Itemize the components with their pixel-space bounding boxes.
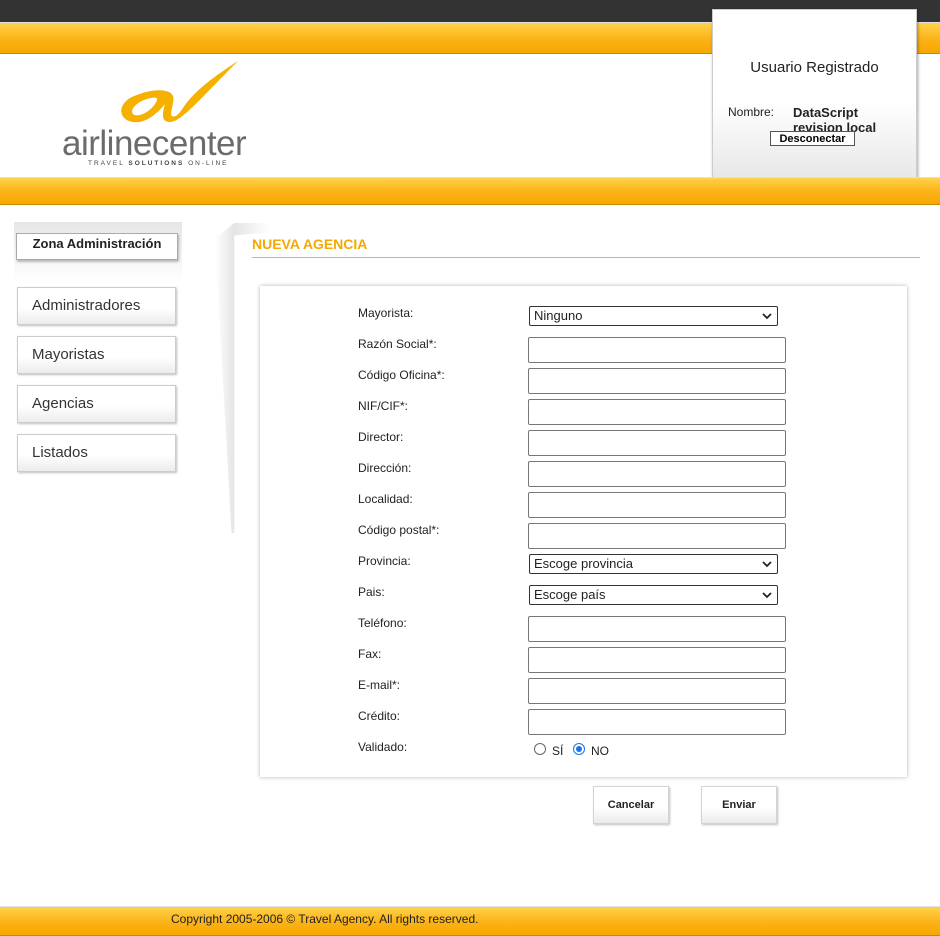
telefono-input[interactable]: [528, 616, 786, 642]
provincia-select[interactable]: Escoge provincia: [529, 554, 778, 574]
sidebar-item-agencias[interactable]: Agencias: [17, 385, 176, 423]
razon-social-input[interactable]: [528, 337, 786, 363]
pais-select[interactable]: Escoge país: [529, 585, 778, 605]
brand-logo: airlinecenter TRAVEL SOLUTIONS ON-LINE: [60, 58, 270, 173]
cancel-button[interactable]: Cancelar: [593, 786, 669, 824]
provincia-selected-value: Escoge provincia: [534, 556, 633, 571]
credito-label: Crédito:: [358, 709, 401, 723]
user-name-label: Nombre:: [728, 105, 775, 119]
brand-tagline: TRAVEL SOLUTIONS ON-LINE: [88, 160, 228, 167]
user-panel: Usuario Registrado Nombre: DataScript re…: [712, 9, 917, 178]
provincia-label: Provincia:: [358, 554, 411, 568]
codigo-postal-label: Código postal*:: [358, 523, 440, 537]
brand-tagline-pre: TRAVEL: [88, 160, 129, 167]
direccion-label: Dirección:: [358, 461, 412, 475]
credito-input[interactable]: [528, 709, 786, 735]
mayorista-label: Mayorista:: [358, 306, 414, 320]
brand-secondary-text: center: [151, 124, 247, 163]
email-label: E-mail*:: [358, 678, 401, 692]
sidebar-title: Zona Administración: [16, 233, 178, 260]
nif-cif-input[interactable]: [528, 399, 786, 425]
direccion-input[interactable]: [528, 461, 786, 487]
director-input[interactable]: [528, 430, 786, 456]
director-label: Director:: [358, 430, 404, 444]
chevron-down-icon: [762, 592, 772, 599]
chevron-down-icon: [762, 313, 772, 320]
brand-tagline-post: ON-LINE: [184, 160, 229, 167]
validado-si-label: SÍ: [552, 744, 564, 758]
validado-no-radio[interactable]: [573, 743, 585, 755]
footer-copyright: Copyright 2005-2006 © Travel Agency. All…: [171, 912, 479, 926]
submit-button[interactable]: Enviar: [701, 786, 777, 824]
swoosh-a-logo-icon: [121, 61, 238, 123]
sidebar-item-listados[interactable]: Listados: [17, 434, 176, 472]
codigo-oficina-label: Código Oficina*:: [358, 368, 445, 382]
brand-tagline-bold: SOLUTIONS: [128, 160, 185, 167]
logout-button[interactable]: Desconectar: [770, 131, 855, 146]
page-title: NUEVA AGENCIA: [252, 236, 368, 252]
validado-label: Validado:: [358, 740, 408, 754]
fax-input[interactable]: [528, 647, 786, 673]
sidebar-item-mayoristas[interactable]: Mayoristas: [17, 336, 176, 374]
telefono-label: Teléfono:: [358, 616, 407, 630]
brand-primary-text: airline: [62, 124, 152, 163]
pais-selected-value: Escoge país: [534, 587, 606, 602]
codigo-oficina-input[interactable]: [528, 368, 786, 394]
codigo-postal-input[interactable]: [528, 523, 786, 549]
title-divider: [252, 257, 920, 258]
pais-label: Pais:: [358, 585, 385, 599]
brand-wordmark: airlinecenter: [62, 124, 247, 163]
header-bottom-band: [0, 177, 940, 205]
mayorista-select[interactable]: Ninguno: [529, 306, 778, 326]
validado-no-label: NO: [591, 744, 609, 758]
validado-si-radio[interactable]: [534, 743, 546, 755]
chevron-down-icon: [762, 561, 772, 568]
mayorista-selected-value: Ninguno: [534, 308, 583, 323]
user-panel-title: Usuario Registrado: [750, 59, 879, 76]
fax-label: Fax:: [358, 647, 382, 661]
razon-social-label: Razón Social*:: [358, 337, 437, 351]
localidad-label: Localidad:: [358, 492, 413, 506]
localidad-input[interactable]: [528, 492, 786, 518]
sidebar-item-administradores[interactable]: Administradores: [17, 287, 176, 325]
email-input[interactable]: [528, 678, 786, 704]
nif-cif-label: NIF/CIF*:: [358, 399, 408, 413]
